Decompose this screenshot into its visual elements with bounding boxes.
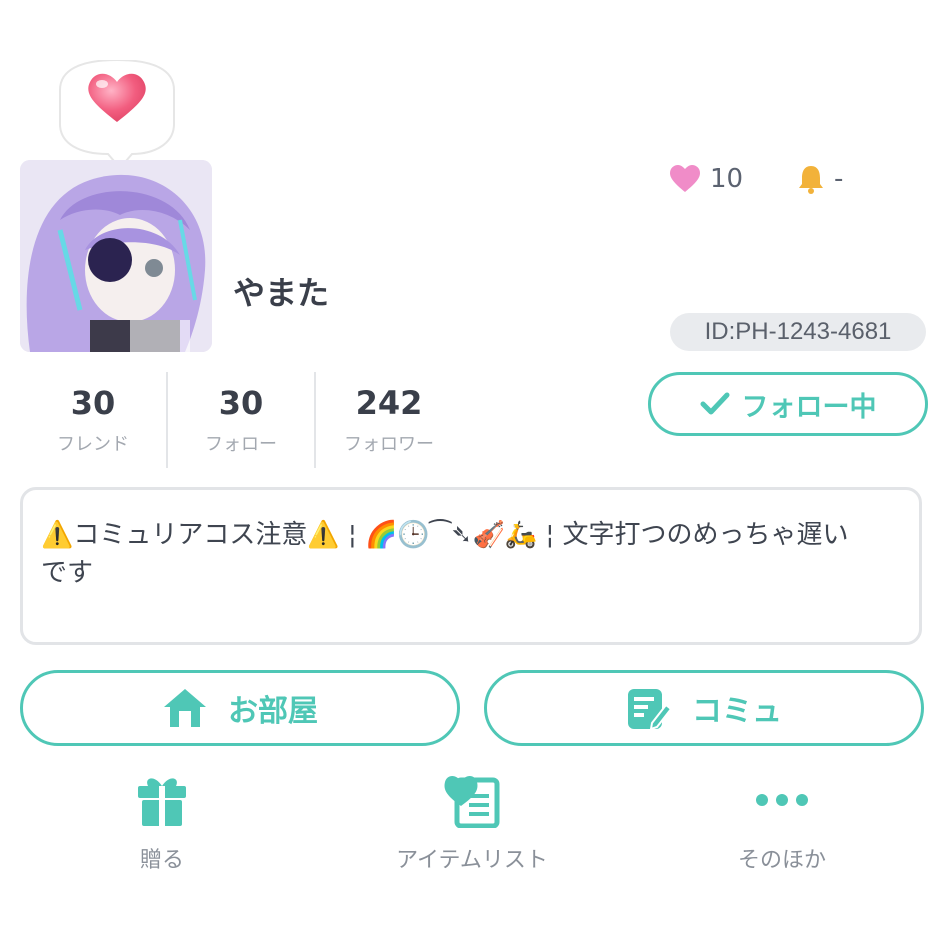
- avatar[interactable]: [20, 160, 212, 352]
- heart-bubble-icon: [59, 58, 175, 170]
- stat-followers[interactable]: 242 フォロワー: [314, 372, 462, 468]
- stat-following[interactable]: 30 フォロー: [166, 372, 314, 468]
- stats-row: 30 フレンド 30 フォロー 242 フォロワー: [20, 372, 462, 468]
- community-button-label: コミュ: [692, 694, 782, 729]
- likes-counter: 10: [670, 164, 743, 194]
- bell-icon: [799, 166, 823, 194]
- more-dots-icon: [756, 794, 808, 806]
- itemlist-label: アイテムリスト: [396, 848, 548, 873]
- gift-nav-item[interactable]: 贈る: [52, 772, 272, 874]
- bio-line-1: ⚠️コミュリアコス注意⚠️ ¦ 🌈🕒⁀➴🎻🛵 ¦ 文字打つのめっちゃ遅い: [41, 520, 849, 550]
- stat-followers-label: フォロワー: [344, 434, 434, 456]
- more-nav-item[interactable]: そのほか: [672, 772, 892, 874]
- stat-friends[interactable]: 30 フレンド: [20, 372, 166, 468]
- username: やまた: [233, 274, 330, 312]
- more-label: そのほか: [737, 848, 826, 873]
- stat-following-value: 30: [218, 383, 264, 422]
- itemlist-nav-item[interactable]: アイテムリスト: [362, 772, 582, 874]
- following-button[interactable]: フォロー中: [648, 372, 928, 436]
- heart-bubble: [54, 58, 180, 170]
- likes-count: 10: [710, 164, 744, 194]
- room-button[interactable]: お部屋: [20, 670, 460, 746]
- avatar-image: [20, 160, 212, 352]
- room-button-label: お部屋: [228, 694, 318, 729]
- community-button[interactable]: コミュ: [484, 670, 924, 746]
- stat-following-label: フォロー: [205, 434, 277, 456]
- gift-label: 贈る: [139, 848, 184, 873]
- gift-icon: [138, 778, 186, 826]
- stat-friends-value: 30: [70, 383, 116, 422]
- bio-line-2: です: [41, 558, 94, 588]
- stat-followers-value: 242: [355, 383, 423, 422]
- notebook-edit-icon: [628, 689, 672, 731]
- user-id-badge[interactable]: ID:PH-1243-4681: [670, 313, 926, 351]
- notification-value: -: [834, 164, 844, 194]
- following-button-label: フォロー中: [741, 391, 877, 423]
- stat-friends-label: フレンド: [57, 434, 129, 456]
- heart-icon: [670, 165, 700, 192]
- house-icon: [164, 689, 206, 727]
- heart-list-icon: [444, 776, 500, 828]
- checkmark-icon: [700, 392, 729, 415]
- bio-box: ⚠️コミュリアコス注意⚠️ ¦ 🌈🕒⁀➴🎻🛵 ¦ 文字打つのめっちゃ遅い です: [20, 487, 922, 645]
- notification-setting[interactable]: -: [798, 164, 843, 194]
